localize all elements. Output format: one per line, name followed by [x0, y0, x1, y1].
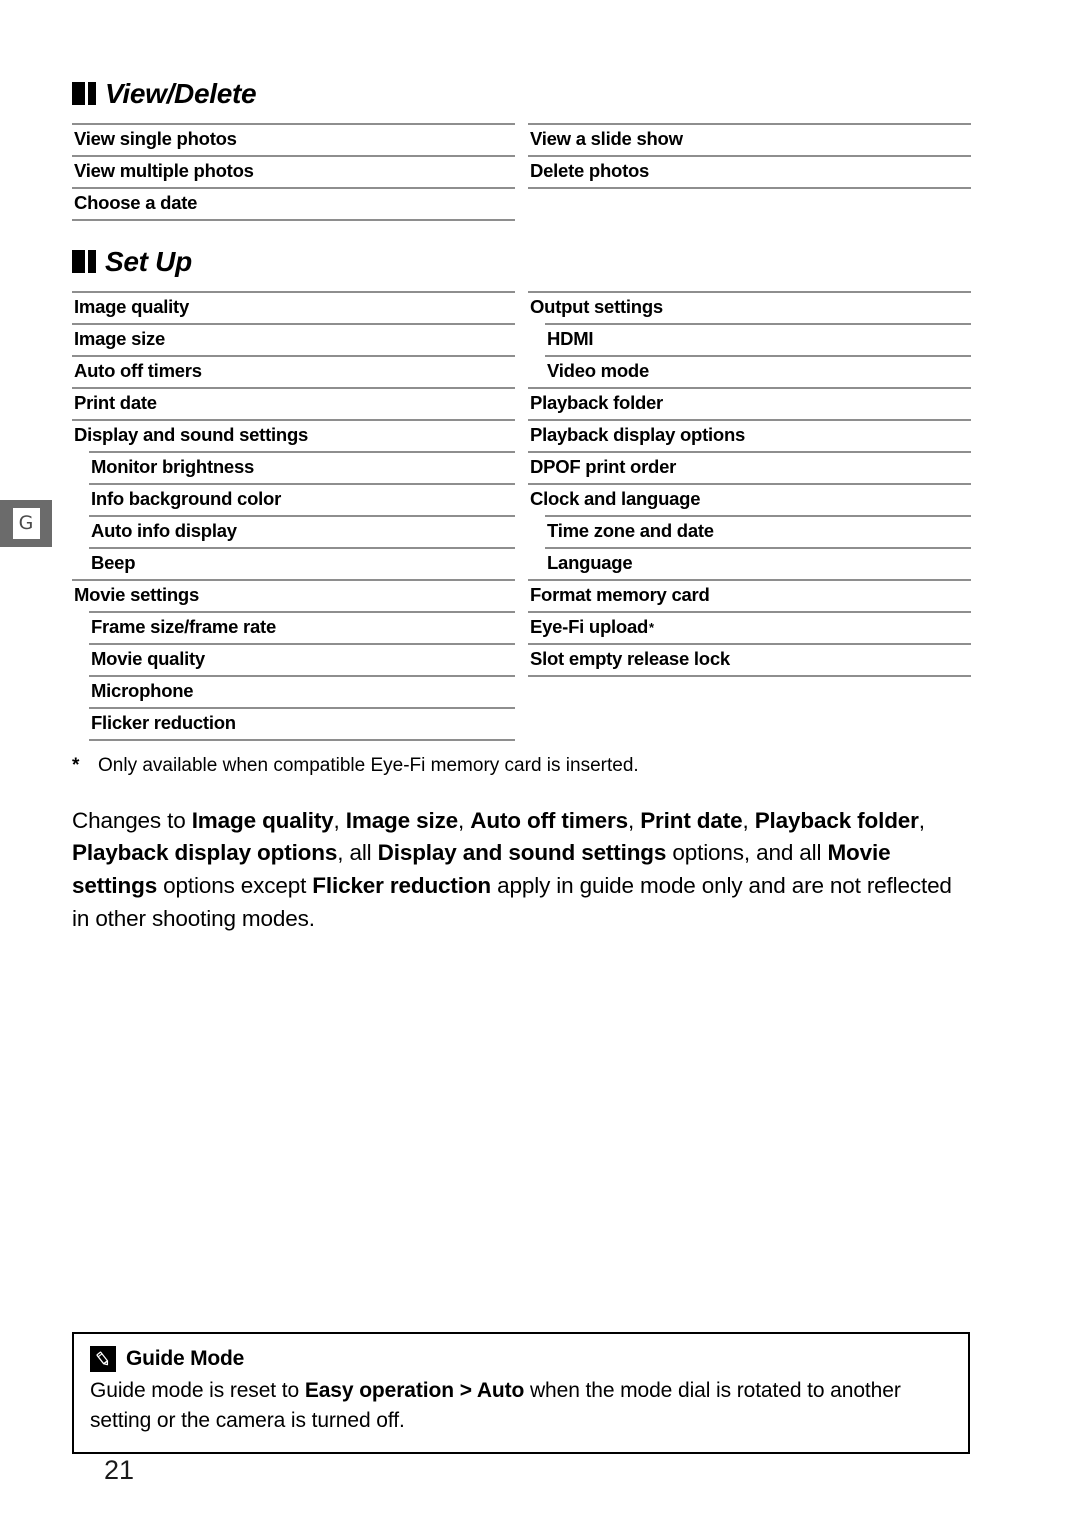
menu-row[interactable]: Print date [72, 387, 515, 419]
footnote: * Only available when compatible Eye-Fi … [72, 753, 972, 779]
menu-row[interactable]: Info background color [72, 483, 515, 515]
menu-item-label: View a slide show [530, 127, 683, 149]
menu-row[interactable]: Image quality [72, 291, 515, 323]
menu-row[interactable]: Playback display options [528, 419, 971, 451]
menu-item-label: Delete photos [530, 159, 650, 181]
menu-item-label: Info background color [91, 487, 282, 509]
menu-item-label: Clock and language [530, 487, 701, 509]
section-set-up: Set Up Image quality Image size Auto off… [72, 246, 972, 935]
menu-row[interactable]: Frame size/frame rate [72, 611, 515, 643]
body-paragraph: Changes to Image quality, Image size, Au… [72, 807, 952, 931]
menu-item-label: Movie quality [91, 647, 205, 669]
menu-row[interactable]: Playback folder [528, 387, 971, 419]
menu-row[interactable]: Auto off timers [72, 355, 515, 387]
menu-item-label: Time zone and date [547, 519, 714, 541]
menu-item-label: Slot empty release lock [530, 647, 730, 669]
menu-row[interactable]: DPOF print order [528, 451, 971, 483]
menu-table: View single photos View multiple photos … [72, 123, 515, 221]
menu-row[interactable]: Display and sound settings [72, 419, 515, 451]
section-marker-icon [72, 81, 96, 105]
pencil-icon [90, 1346, 116, 1372]
table-bottom-rule [528, 187, 971, 189]
menu-item-label: Image size [74, 327, 166, 349]
menu-column-right: View a slide show Delete photos [528, 123, 971, 221]
menu-row[interactable]: Clock and language [528, 483, 971, 515]
section-heading-set-up: Set Up [72, 246, 972, 278]
menu-row[interactable]: Image size [72, 323, 515, 355]
menu-item-label: Microphone [91, 679, 194, 701]
menu-row[interactable]: Movie quality [72, 643, 515, 675]
menu-item-label: Image quality [74, 295, 189, 317]
menu-row[interactable]: Flicker reduction [72, 707, 515, 739]
menu-table: Image quality Image size Auto off timers… [72, 291, 515, 741]
menu-row[interactable]: Movie settings [72, 579, 515, 611]
menu-item-label: Frame size/frame rate [91, 615, 276, 637]
section-heading-view-delete: View/Delete [72, 78, 972, 110]
menu-column-left: Image quality Image size Auto off timers… [72, 291, 515, 741]
menu-item-label: Movie settings [74, 583, 199, 605]
menu-item-label: Monitor brightness [91, 455, 255, 477]
section-view-delete: View/Delete View single photos View mult… [72, 78, 972, 221]
menu-item-label: View single photos [74, 127, 237, 149]
menu-item-label: Eye-Fi upload [530, 615, 649, 637]
menu-row[interactable]: Eye-Fi upload * [528, 611, 971, 643]
menu-item-label: Display and sound settings [74, 423, 309, 445]
menu-item-label: Print date [74, 391, 157, 413]
menu-row[interactable]: Language [528, 547, 971, 579]
menu-item-label: Playback display options [530, 423, 746, 445]
page-number: 21 [104, 1455, 135, 1485]
section-title: Set Up [105, 246, 192, 277]
menu-row[interactable]: HDMI [528, 323, 971, 355]
menu-item-label: Playback folder [530, 391, 664, 413]
table-bottom-rule [89, 739, 515, 741]
menu-item-label: Flicker reduction [91, 711, 236, 733]
menu-columns-view-delete: View single photos View multiple photos … [72, 123, 972, 221]
menu-item-label: DPOF print order [530, 455, 677, 477]
footnote-text: Only available when compatible Eye-Fi me… [98, 755, 639, 776]
menu-row[interactable]: Beep [72, 547, 515, 579]
menu-column-right: Output settings HDMI Video mode Playback… [528, 291, 971, 741]
menu-table: Output settings HDMI Video mode Playback… [528, 291, 971, 677]
menu-row[interactable]: Choose a date [72, 187, 515, 219]
section-title: View/Delete [105, 78, 257, 109]
menu-item-label: Output settings [530, 295, 663, 317]
menu-item-label: Choose a date [74, 191, 198, 213]
menu-item-label: Video mode [547, 359, 650, 381]
menu-row[interactable]: View multiple photos [72, 155, 515, 187]
table-bottom-rule [72, 219, 515, 221]
margin-tab-label: G [12, 508, 40, 539]
menu-item-label: Beep [91, 551, 136, 573]
menu-row[interactable]: View single photos [72, 123, 515, 155]
menu-row[interactable]: Monitor brightness [72, 451, 515, 483]
menu-row[interactable]: Format memory card [528, 579, 971, 611]
menu-table: View a slide show Delete photos [528, 123, 971, 189]
footnote-marker: * [649, 619, 655, 635]
page-content: View/Delete View single photos View mult… [72, 0, 972, 1529]
menu-columns-set-up: Image quality Image size Auto off timers… [72, 291, 972, 741]
table-bottom-rule [528, 675, 971, 677]
note-title: Guide Mode [126, 1347, 245, 1370]
menu-item-label: HDMI [547, 327, 594, 349]
footnote-marker: * [72, 755, 80, 776]
menu-row[interactable]: Slot empty release lock [528, 643, 971, 675]
menu-row[interactable]: Microphone [72, 675, 515, 707]
menu-row[interactable]: View a slide show [528, 123, 971, 155]
margin-thumb-tab: G [0, 500, 52, 547]
menu-column-left: View single photos View multiple photos … [72, 123, 515, 221]
menu-item-label: View multiple photos [74, 159, 254, 181]
section-marker-icon [72, 249, 96, 273]
menu-row[interactable]: Video mode [528, 355, 971, 387]
menu-item-label: Auto off timers [74, 359, 202, 381]
note-box-guide-mode: Guide Mode Guide mode is reset to Easy o… [72, 1332, 970, 1454]
menu-row[interactable]: Output settings [528, 291, 971, 323]
note-title-row: Guide Mode [90, 1346, 952, 1372]
menu-row[interactable]: Delete photos [528, 155, 971, 187]
menu-item-label: Auto info display [91, 519, 237, 541]
menu-row[interactable]: Auto info display [72, 515, 515, 547]
menu-row[interactable]: Time zone and date [528, 515, 971, 547]
menu-item-label: Format memory card [530, 583, 710, 605]
note-body: Guide mode is reset to Easy operation > … [90, 1379, 901, 1432]
menu-item-label: Language [547, 551, 633, 573]
